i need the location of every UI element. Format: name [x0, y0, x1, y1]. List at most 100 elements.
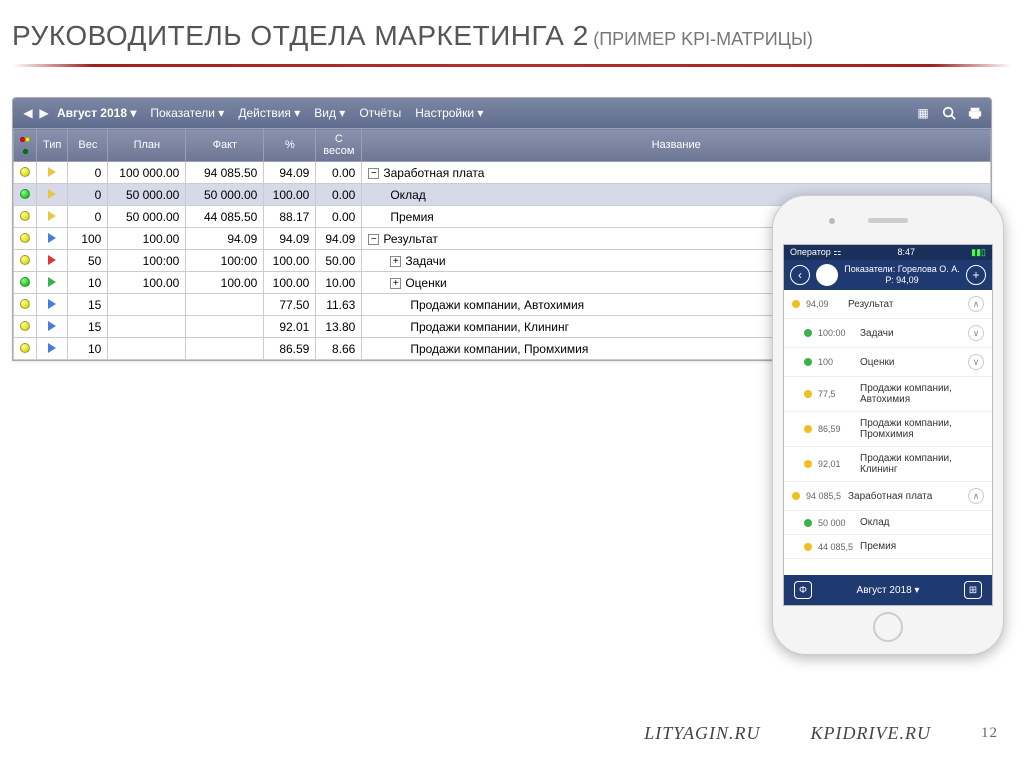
col-percent[interactable]: % [264, 129, 316, 162]
plan-cell[interactable]: 100.00 [108, 228, 186, 250]
menu-view[interactable]: Вид ▾ [314, 106, 345, 120]
status-cell [14, 250, 37, 272]
col-status[interactable] [14, 129, 37, 162]
kpi-name: Премия [860, 541, 984, 552]
phone-period[interactable]: Август 2018 ▾ [857, 585, 920, 596]
col-fact[interactable]: Факт [186, 129, 264, 162]
list-item[interactable]: 44 085,5 Премия [784, 535, 992, 559]
footer-right-icon[interactable]: ⊞ [964, 581, 982, 599]
col-name[interactable]: Название [362, 129, 991, 162]
type-icon [48, 211, 56, 221]
weight-cell[interactable]: 10 [68, 272, 108, 294]
percent-cell: 100.00 [264, 272, 316, 294]
type-icon [48, 343, 56, 353]
status-dot-icon [804, 425, 812, 433]
expand-icon[interactable]: + [390, 256, 401, 267]
home-button[interactable] [873, 612, 903, 642]
kpi-value: 100 [818, 357, 854, 367]
grid-icon[interactable]: ▦ [915, 105, 931, 121]
list-item[interactable]: 100:00Задачи∨ [784, 319, 992, 348]
prev-period-button[interactable]: ◀ [21, 106, 35, 120]
weighted-cell: 0.00 [316, 162, 362, 184]
add-button[interactable]: + [966, 265, 986, 285]
plan-cell[interactable] [108, 294, 186, 316]
fact-cell[interactable]: 94.09 [186, 228, 264, 250]
footer-left-icon[interactable]: Φ [794, 581, 812, 599]
fact-cell[interactable] [186, 316, 264, 338]
plan-cell[interactable]: 100.00 [108, 272, 186, 294]
status-lamp-icon [20, 343, 30, 353]
weight-cell[interactable]: 0 [68, 206, 108, 228]
kpi-name: Заработная плата [848, 491, 962, 502]
col-plan[interactable]: План [108, 129, 186, 162]
name-cell[interactable]: −Заработная плата [362, 162, 991, 184]
status-dot-icon [792, 492, 800, 500]
menu-actions[interactable]: Действия ▾ [238, 106, 300, 120]
weight-cell[interactable]: 10 [68, 338, 108, 360]
search-icon[interactable] [941, 105, 957, 121]
fact-cell[interactable]: 100:00 [186, 250, 264, 272]
fact-cell[interactable]: 44 085.50 [186, 206, 264, 228]
col-weighted[interactable]: С весом [316, 129, 362, 162]
table-row[interactable]: 0100 000.0094 085.5094.090.00−Заработная… [14, 162, 991, 184]
expand-icon[interactable]: − [368, 168, 379, 179]
weight-cell[interactable]: 0 [68, 184, 108, 206]
fact-cell[interactable]: 94 085.50 [186, 162, 264, 184]
menu-indicators[interactable]: Показатели ▾ [150, 106, 224, 120]
weighted-cell: 50.00 [316, 250, 362, 272]
plan-cell[interactable]: 50 000.00 [108, 206, 186, 228]
list-item[interactable]: 92,01Продажи компании, Клининг [784, 447, 992, 482]
weight-cell[interactable]: 15 [68, 316, 108, 338]
type-cell [37, 228, 68, 250]
expand-icon[interactable]: + [390, 278, 401, 289]
kpi-name: Результат [848, 299, 962, 310]
type-icon [48, 189, 56, 199]
chevron-icon[interactable]: ∧ [968, 296, 984, 312]
weight-cell[interactable]: 15 [68, 294, 108, 316]
period-selector[interactable]: Август 2018 ▾ [57, 106, 136, 120]
chevron-icon[interactable]: ∨ [968, 354, 984, 370]
plan-cell[interactable]: 100:00 [108, 250, 186, 272]
fact-cell[interactable] [186, 338, 264, 360]
plan-cell[interactable] [108, 316, 186, 338]
chevron-icon[interactable]: ∧ [968, 488, 984, 504]
status-lamp-icon [20, 321, 30, 331]
fact-cell[interactable]: 50 000.00 [186, 184, 264, 206]
list-item[interactable]: 50 000Оклад [784, 511, 992, 535]
type-icon [48, 167, 56, 177]
plan-cell[interactable]: 50 000.00 [108, 184, 186, 206]
expand-icon[interactable]: − [368, 234, 379, 245]
col-weight[interactable]: Вес [68, 129, 108, 162]
col-type[interactable]: Тип [37, 129, 68, 162]
phone-camera [829, 218, 835, 224]
status-cell [14, 162, 37, 184]
avatar[interactable] [816, 264, 838, 286]
site-link-1: LITYAGIN.RU [644, 723, 760, 744]
list-item[interactable]: 94,09Результат∧ [784, 290, 992, 319]
kpi-value: 86,59 [818, 424, 854, 434]
list-item[interactable]: 86,59Продажи компании, Промхимия [784, 412, 992, 447]
list-item[interactable]: 100Оценки∨ [784, 348, 992, 377]
status-dot-icon [804, 358, 812, 366]
plan-cell[interactable]: 100 000.00 [108, 162, 186, 184]
menu-settings[interactable]: Настройки ▾ [415, 106, 483, 120]
list-item[interactable]: 94 085,5Заработная плата∧ [784, 482, 992, 511]
print-icon[interactable] [967, 105, 983, 121]
weight-cell[interactable]: 0 [68, 162, 108, 184]
status-cell [14, 316, 37, 338]
next-period-button[interactable]: ▶ [37, 106, 51, 120]
weight-cell[interactable]: 50 [68, 250, 108, 272]
phone-list[interactable]: 94,09Результат∧100:00Задачи∨100Оценки∨77… [784, 290, 992, 559]
list-item[interactable]: 77,5Продажи компании, Автохимия [784, 377, 992, 412]
percent-cell: 94.09 [264, 228, 316, 250]
chevron-icon[interactable]: ∨ [968, 325, 984, 341]
menu-reports[interactable]: Отчёты [359, 106, 401, 120]
type-icon [48, 255, 56, 265]
plan-cell[interactable] [108, 338, 186, 360]
fact-cell[interactable]: 100.00 [186, 272, 264, 294]
fact-cell[interactable] [186, 294, 264, 316]
status-lamp-icon [20, 189, 30, 199]
back-button[interactable]: ‹ [790, 265, 810, 285]
weight-cell[interactable]: 100 [68, 228, 108, 250]
kpi-value: 44 085,5 [818, 542, 854, 552]
